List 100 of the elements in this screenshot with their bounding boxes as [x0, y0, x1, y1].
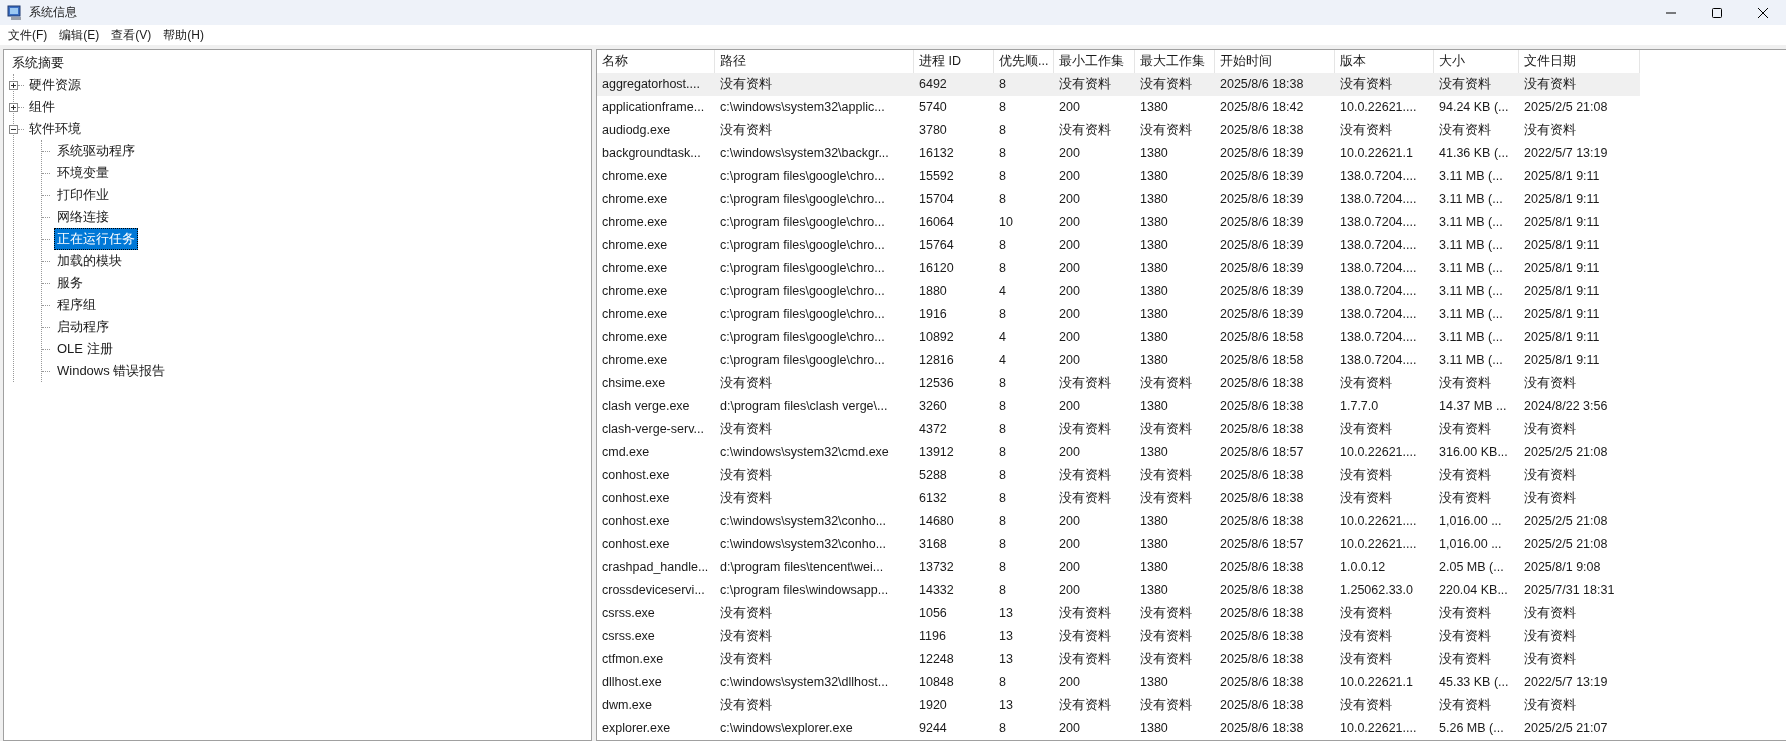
tree-item[interactable]: 服务	[54, 272, 86, 294]
table-cell-text: 1380	[1139, 559, 1169, 576]
table-cell-text: chrome.exe	[601, 168, 669, 185]
table-cell-text: 8	[998, 559, 1007, 576]
table-cell-text: 138.0.7204....	[1339, 237, 1418, 254]
table-cell-text: 2025/8/6 18:39	[1219, 306, 1305, 323]
table-cell-text: 没有资料	[719, 467, 773, 484]
table-cell-text: 14680	[918, 513, 955, 530]
menu-item[interactable]: 帮助(H)	[157, 25, 210, 45]
maximize-icon	[1712, 7, 1722, 18]
table-cell-text: c:\program files\google\chro...	[719, 260, 886, 277]
tree-item[interactable]: 环境变量	[54, 162, 112, 184]
table-cell-text: 200	[1058, 306, 1081, 323]
tree-item[interactable]: 程序组	[54, 294, 99, 316]
table-cell-text: 10	[998, 214, 1014, 231]
table-cell-text: 8	[998, 582, 1007, 599]
table-cell-text: 没有资料	[1058, 490, 1112, 507]
table-cell-text: 10.0.22621....	[1339, 513, 1418, 530]
table-cell-text: 2025/8/1 9:11	[1523, 214, 1601, 231]
table-cell-text: 没有资料	[1523, 697, 1577, 714]
table-cell-text: 8	[998, 122, 1007, 139]
table-cell-text: chrome.exe	[601, 214, 669, 231]
table-cell-text: 1380	[1139, 513, 1169, 530]
table-cell-text: dllhost.exe	[601, 674, 663, 691]
table-cell-text: c:\program files\google\chro...	[719, 191, 886, 208]
table-cell-text: 没有资料	[1058, 375, 1112, 392]
menu-item[interactable]: 查看(V)	[105, 25, 158, 45]
table-cell-text: 没有资料	[1139, 467, 1193, 484]
table-cell-text: 8	[998, 398, 1007, 415]
table-cell-text: 200	[1058, 720, 1081, 737]
tree-item[interactable]: 网络连接	[54, 206, 112, 228]
table-cell-text: 2025/8/6 18:38	[1219, 582, 1305, 599]
tree-item[interactable]: 打印作业	[54, 184, 112, 206]
table-cell-text: 2025/8/6 18:38	[1219, 651, 1305, 668]
table-cell-text: 200	[1058, 237, 1081, 254]
table-cell-text: 138.0.7204....	[1339, 283, 1418, 300]
table-cell-text: 200	[1058, 260, 1081, 277]
table-cell-text: 4372	[918, 421, 948, 438]
table-cell-text: 8	[998, 168, 1007, 185]
table-cell-text: 2025/8/6 18:38	[1219, 467, 1305, 484]
menu-item[interactable]: 文件(F)	[2, 25, 54, 45]
table-cell-text: 14332	[918, 582, 955, 599]
table-cell: 2025/8/6 18:38	[1215, 73, 1335, 96]
tree-item[interactable]: 硬件资源	[26, 74, 84, 96]
table-cell-text: 13	[998, 628, 1014, 645]
table-cell-text: 没有资料	[1438, 697, 1492, 714]
tree-item[interactable]: 系统驱动程序	[54, 140, 138, 162]
table-cell-text: 没有资料	[1139, 651, 1193, 668]
table-cell-text: 1.7.7.0	[1339, 398, 1380, 415]
table-cell-text: 2025/8/6 18:39	[1219, 191, 1305, 208]
tree-item[interactable]: Windows 错误报告	[54, 360, 169, 382]
table-cell-text: c:\program files\windowsapp...	[719, 582, 890, 599]
expand-icon[interactable]	[9, 80, 18, 90]
table-cell-text: 没有资料	[1139, 421, 1193, 438]
tree-item[interactable]: 启动程序	[54, 316, 112, 338]
tree-item[interactable]: 组件	[26, 96, 58, 118]
table-cell-text: 没有资料	[1523, 490, 1577, 507]
table-cell-text: explorer.exe	[601, 720, 672, 737]
table-cell-text: cmd.exe	[601, 444, 651, 461]
tree-item[interactable]: 加载的模块	[54, 250, 125, 272]
table-cell-text: 200	[1058, 352, 1081, 369]
expand-icon[interactable]	[9, 102, 18, 112]
table-cell-text: 没有资料	[1438, 421, 1492, 438]
table-cell-text: 5740	[918, 99, 948, 116]
table-cell-text: 2.05 MB (...	[1438, 559, 1505, 576]
table-cell-text: 3.11 MB (...	[1438, 168, 1504, 185]
tree-item[interactable]: OLE 注册	[54, 338, 116, 360]
table-cell-text: 2025/8/6 18:39	[1219, 214, 1305, 231]
table-cell-text: 8	[998, 237, 1007, 254]
table-cell-text: 没有资料	[1339, 467, 1393, 484]
tree-item[interactable]: 系统摘要	[9, 52, 67, 74]
table-cell-text: 8	[998, 145, 1007, 162]
table-cell-text: 8	[998, 674, 1007, 691]
table-cell-text: 10.0.22621.1	[1339, 145, 1414, 162]
table-cell: 没有资料	[1519, 73, 1640, 96]
tree-item[interactable]: 正在运行任务	[54, 228, 138, 250]
collapse-icon[interactable]	[9, 124, 18, 134]
table-cell-text: c:\windows\system32\cmd.exe	[719, 444, 890, 461]
table-cell: 没有资料	[1434, 73, 1519, 96]
table-cell-text: 1380	[1139, 329, 1169, 346]
table-cell-text: 200	[1058, 145, 1081, 162]
table-cell-text: chrome.exe	[601, 260, 669, 277]
table-cell-text: 2025/8/6 18:39	[1219, 168, 1305, 185]
menu-item[interactable]: 编辑(E)	[53, 25, 106, 45]
table-cell-text: 1920	[918, 697, 948, 714]
table-cell-text: 没有资料	[1523, 122, 1577, 139]
tree-item[interactable]: 软件环境	[26, 118, 84, 140]
table-cell-text: 16064	[918, 214, 955, 231]
table-cell-text: 1056	[918, 605, 948, 622]
table-cell-text: 2025/8/1 9:11	[1523, 237, 1601, 254]
table-cell-text: 没有资料	[1438, 605, 1492, 622]
table-cell-text: 1.25062.33.0	[1339, 582, 1414, 599]
table-cell-text: 1380	[1139, 352, 1169, 369]
table-cell-text: 10892	[918, 329, 955, 346]
table-cell-text: 4	[998, 352, 1007, 369]
table-cell-text: 13	[998, 605, 1014, 622]
table-cell-text: 10.0.22621....	[1339, 536, 1418, 553]
table-cell-text: 没有资料	[1523, 651, 1577, 668]
table-cell-text: 3.11 MB (...	[1438, 283, 1504, 300]
table-cell-text: c:\windows\system32\applic...	[719, 99, 886, 116]
